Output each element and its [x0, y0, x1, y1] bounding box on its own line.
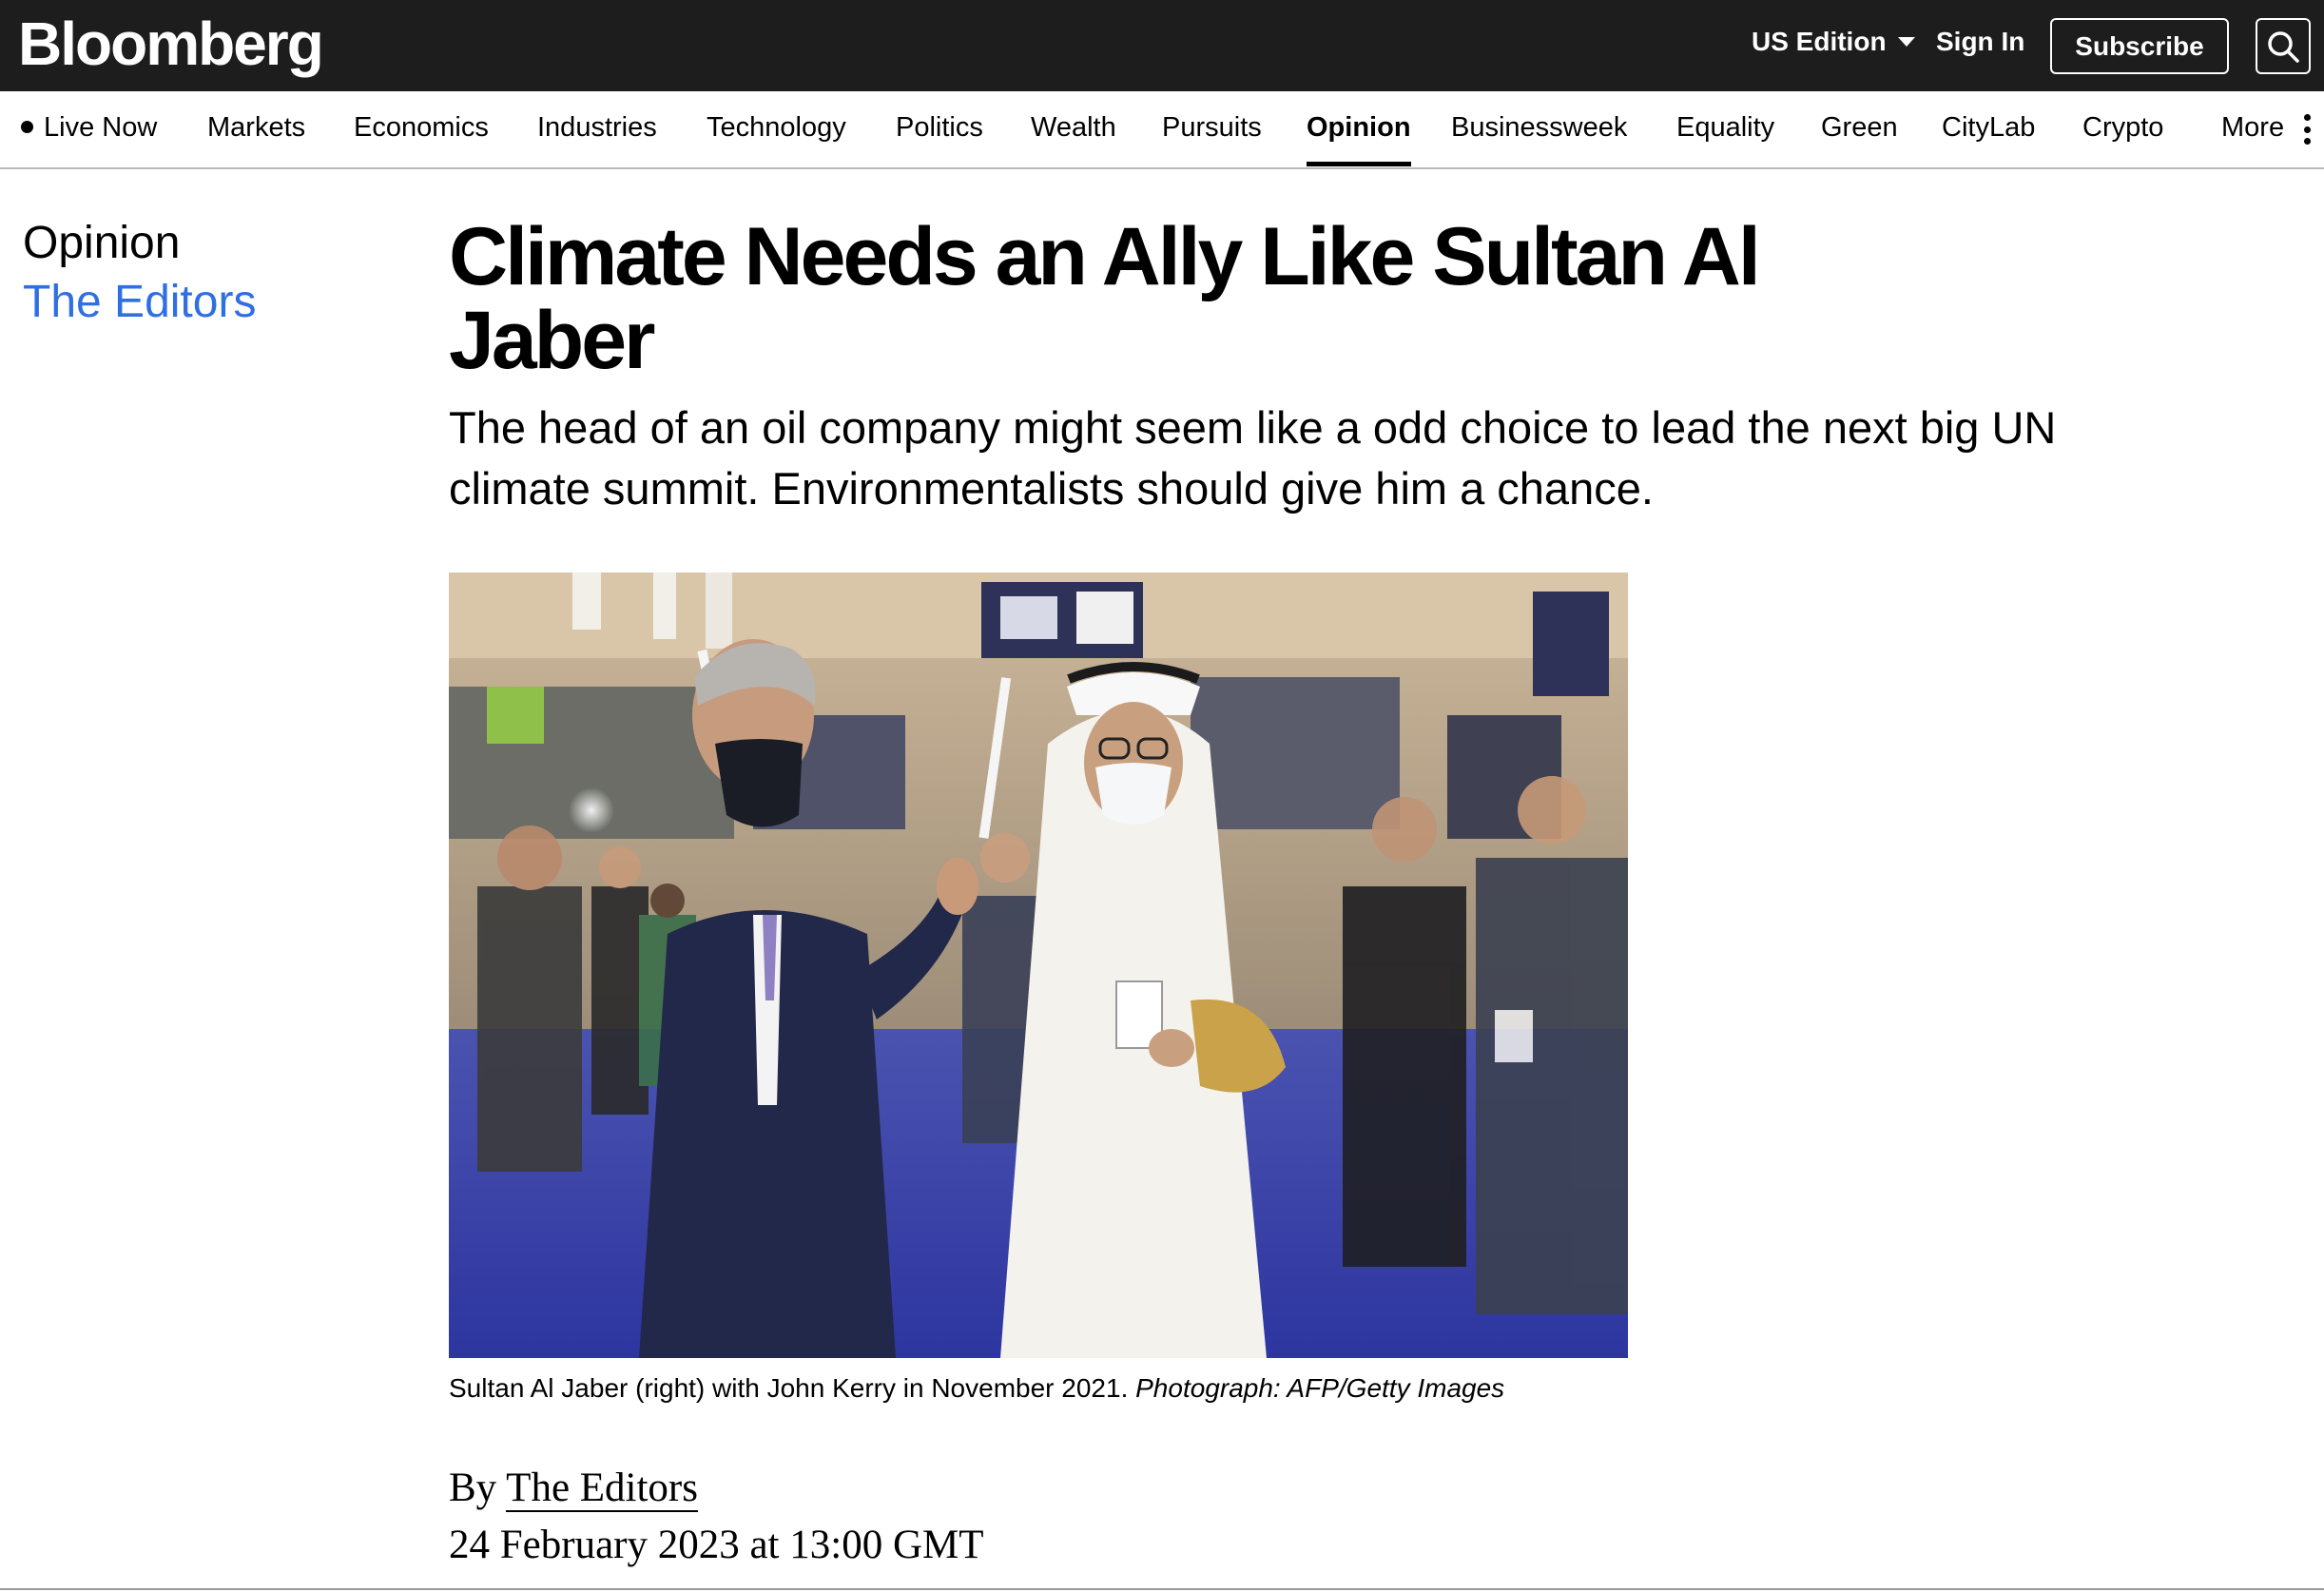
- nav-item-green[interactable]: Green: [1821, 112, 1898, 144]
- photo-illustration: [449, 573, 1628, 1358]
- divider: [0, 1588, 2324, 1590]
- nav-item-markets[interactable]: Markets: [207, 112, 305, 144]
- top-bar: Bloomberg US Edition Sign In Subscribe: [0, 0, 2324, 91]
- nav-item-crypto[interactable]: Crypto: [2082, 112, 2163, 144]
- photo-credit: Photograph: AFP/Getty Images: [1135, 1373, 1505, 1403]
- section-label[interactable]: Opinion: [23, 217, 180, 269]
- byline-prefix: By: [449, 1466, 497, 1510]
- kebab-menu-icon[interactable]: [2303, 114, 2311, 145]
- edition-label: US Edition: [1752, 27, 1887, 56]
- byline: By The Editors: [449, 1465, 698, 1512]
- section-author-link[interactable]: The Editors: [23, 276, 256, 328]
- article-headline: Climate Needs an Ally Like Sultan Al Jab…: [449, 211, 1761, 386]
- nav-item-businessweek[interactable]: Businessweek: [1451, 112, 1627, 144]
- nav-item-equality[interactable]: Equality: [1676, 112, 1774, 144]
- nav-item-citylab[interactable]: CityLab: [1942, 112, 2035, 144]
- live-dot-icon: [21, 120, 33, 133]
- nav-item-industries[interactable]: Industries: [537, 112, 657, 144]
- subscribe-button[interactable]: Subscribe: [2050, 18, 2229, 74]
- section-nav: Live Now Markets Economics Industries Te…: [0, 91, 2324, 169]
- nav-item-economics[interactable]: Economics: [354, 112, 489, 144]
- edition-selector[interactable]: US Edition: [1752, 27, 1915, 57]
- nav-item-pursuits[interactable]: Pursuits: [1162, 112, 1262, 144]
- bloomberg-logo[interactable]: Bloomberg: [18, 6, 324, 82]
- nav-item-live-now[interactable]: Live Now: [21, 112, 157, 144]
- article-photo: [449, 573, 1628, 1358]
- nav-item-technology[interactable]: Technology: [707, 112, 846, 144]
- search-button[interactable]: [2256, 18, 2311, 74]
- nav-item-politics[interactable]: Politics: [896, 112, 983, 144]
- byline-author-link[interactable]: The Editors: [506, 1466, 698, 1512]
- caption-text: Sultan Al Jaber (right) with John Kerry …: [449, 1373, 1129, 1403]
- nav-item-opinion[interactable]: Opinion: [1307, 112, 1411, 166]
- nav-item-wealth[interactable]: Wealth: [1031, 112, 1116, 144]
- photo-caption: Sultan Al Jaber (right) with John Kerry …: [449, 1373, 1504, 1404]
- publish-date: 24 February 2023 at 13:00 GMT: [449, 1523, 984, 1567]
- nav-item-more[interactable]: More: [2221, 112, 2284, 144]
- caret-down-icon: [1897, 37, 1915, 47]
- search-icon: [2268, 30, 2299, 63]
- nav-label: Live Now: [44, 112, 158, 143]
- article-dek: The head of an oil company might seem li…: [449, 402, 2057, 514]
- sign-in-link[interactable]: Sign In: [1936, 27, 2024, 57]
